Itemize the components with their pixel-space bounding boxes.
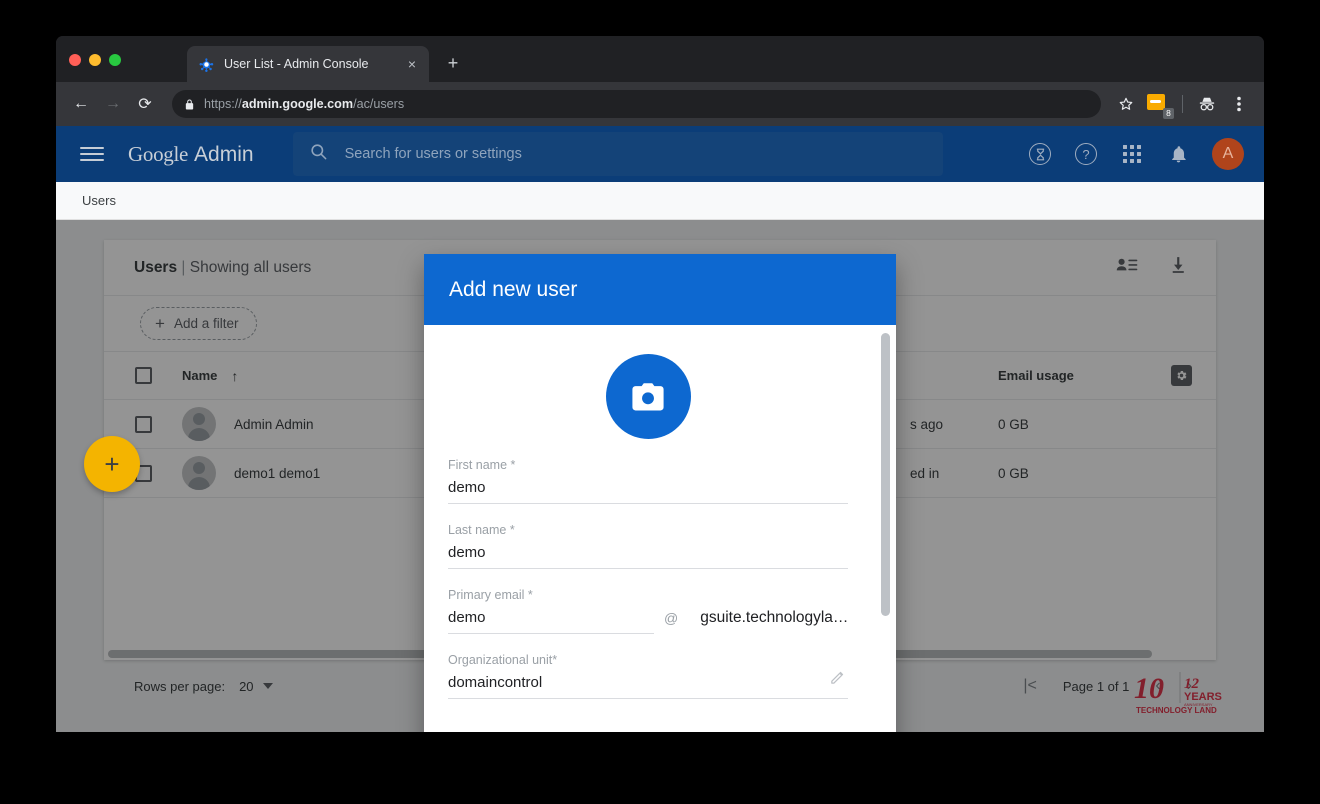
close-tab-button[interactable]: × bbox=[403, 55, 421, 73]
field-organizational-unit: Organizational unit* domaincontrol bbox=[448, 653, 848, 699]
three-dot-menu-icon[interactable] bbox=[1224, 89, 1254, 119]
window-traffic-lights bbox=[69, 54, 121, 66]
new-tab-button[interactable]: + bbox=[441, 51, 465, 75]
extension-badge-count: 8 bbox=[1163, 108, 1174, 119]
main-content: Users | Showing all users bbox=[56, 220, 1264, 732]
dialog-body: First name * demo Last name * demo Prima… bbox=[424, 325, 896, 731]
camera-icon[interactable] bbox=[606, 354, 691, 439]
url-text: https://admin.google.com/ac/users bbox=[204, 97, 404, 111]
browser-window: User List - Admin Console × + ← → ⟳ http… bbox=[56, 36, 1264, 732]
brand-google: Google bbox=[128, 142, 188, 166]
dialog-scrollbar[interactable] bbox=[881, 333, 890, 616]
primary-email-label: Primary email * bbox=[448, 588, 848, 602]
star-icon[interactable] bbox=[1111, 89, 1141, 119]
at-symbol: @ bbox=[654, 610, 678, 634]
browser-toolbar: ← → ⟳ https://admin.google.com/ac/users … bbox=[56, 82, 1264, 126]
apps-grid-icon[interactable] bbox=[1120, 142, 1144, 166]
tab-strip: User List - Admin Console × + bbox=[56, 36, 1264, 82]
back-button[interactable]: ← bbox=[66, 89, 96, 119]
address-bar[interactable]: https://admin.google.com/ac/users bbox=[172, 90, 1101, 118]
admin-console-header: Google Admin Search for users or settings bbox=[56, 126, 1264, 182]
breadcrumb: Users bbox=[56, 182, 1264, 220]
field-primary-email: Primary email * demo @ gsuite.technology… bbox=[448, 588, 848, 634]
dialog-title: Add new user bbox=[449, 278, 577, 302]
maximize-window-button[interactable] bbox=[109, 54, 121, 66]
search-icon bbox=[309, 142, 328, 166]
search-input[interactable]: Search for users or settings bbox=[293, 132, 943, 176]
first-name-input[interactable]: demo bbox=[448, 472, 848, 504]
admin-console-favicon bbox=[198, 56, 214, 72]
add-user-fab[interactable]: + bbox=[84, 436, 140, 492]
brand-logo: Google Admin bbox=[128, 142, 254, 167]
dialog-header: Add new user bbox=[424, 254, 896, 325]
field-first-name: First name * demo bbox=[448, 458, 848, 504]
incognito-icon[interactable] bbox=[1192, 89, 1222, 119]
page-content: Google Admin Search for users or settings bbox=[56, 126, 1264, 732]
last-name-label: Last name * bbox=[448, 523, 848, 537]
browser-tab[interactable]: User List - Admin Console × bbox=[187, 46, 429, 82]
extension-icon[interactable]: 8 bbox=[1147, 94, 1169, 114]
tab-title: User List - Admin Console bbox=[224, 57, 403, 71]
field-last-name: Last name * demo bbox=[448, 523, 848, 569]
first-name-label: First name * bbox=[448, 458, 848, 472]
search-placeholder: Search for users or settings bbox=[345, 146, 522, 162]
notifications-bell-icon[interactable] bbox=[1166, 142, 1190, 166]
dialog-footer: CANCEL ADD NEW USER bbox=[424, 731, 896, 732]
help-icon[interactable]: ? bbox=[1074, 142, 1098, 166]
last-name-input[interactable]: demo bbox=[448, 537, 848, 569]
organizational-unit-value[interactable]: domaincontrol bbox=[448, 667, 848, 699]
reload-button[interactable]: ⟳ bbox=[130, 89, 160, 119]
avatar[interactable]: A bbox=[1212, 138, 1244, 170]
organizational-unit-label: Organizational unit* bbox=[448, 653, 848, 667]
trial-status-icon[interactable] bbox=[1028, 142, 1052, 166]
lock-icon bbox=[184, 98, 195, 111]
brand-product: Admin bbox=[194, 143, 254, 166]
minimize-window-button[interactable] bbox=[89, 54, 101, 66]
close-window-button[interactable] bbox=[69, 54, 81, 66]
add-new-user-dialog: Add new user First name * demo bbox=[424, 254, 896, 732]
toolbar-right-icons: 8 bbox=[1111, 89, 1254, 119]
primary-email-input[interactable]: demo bbox=[448, 602, 654, 634]
pencil-icon[interactable] bbox=[829, 669, 846, 691]
header-icon-group: ? A bbox=[1028, 138, 1250, 170]
hamburger-icon[interactable] bbox=[74, 136, 110, 172]
toolbar-divider bbox=[1182, 95, 1183, 113]
forward-button[interactable]: → bbox=[98, 89, 128, 119]
email-domain-select[interactable]: gsuite.technologyla… bbox=[700, 609, 848, 634]
breadcrumb-current[interactable]: Users bbox=[82, 193, 116, 208]
